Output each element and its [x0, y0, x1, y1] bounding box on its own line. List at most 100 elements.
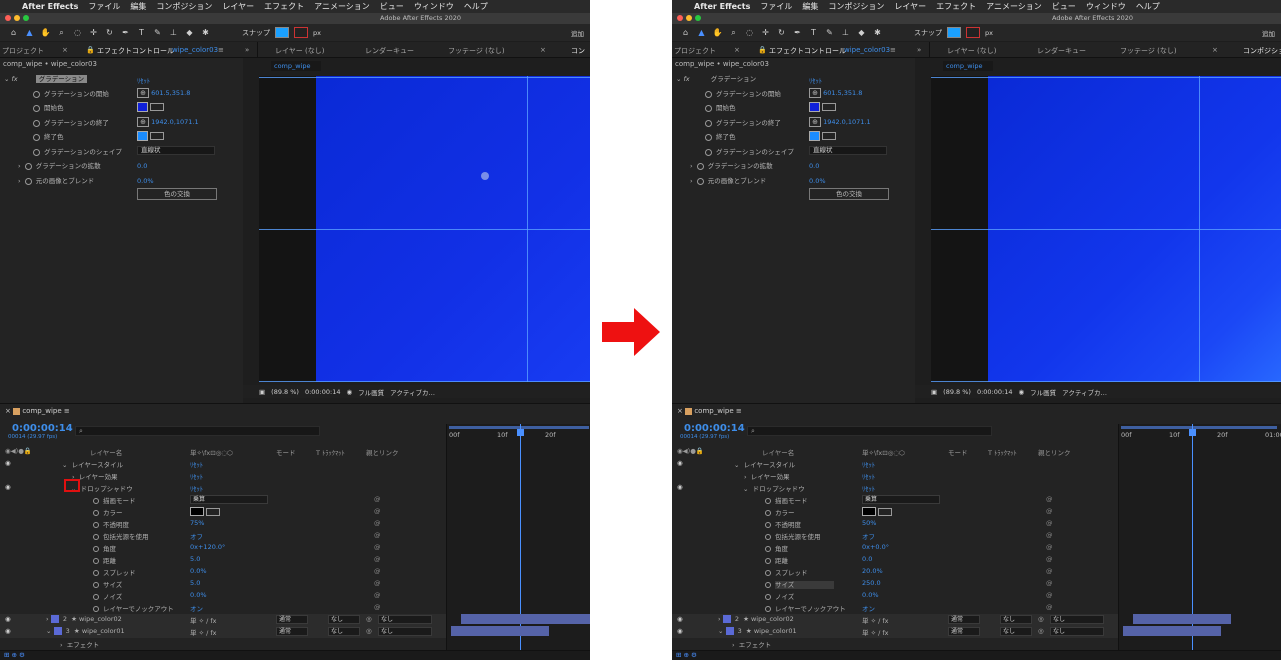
- effect-header[interactable]: ⌄ fx グラデーション: [676, 73, 759, 85]
- stopwatch-icon[interactable]: [33, 90, 40, 98]
- col-layer-name[interactable]: レイヤー名: [90, 447, 122, 457]
- pin-tool-icon[interactable]: ✱: [200, 28, 211, 37]
- menu-composition[interactable]: コンポジション: [156, 1, 212, 12]
- gradient-scatter-value[interactable]: 0.0: [809, 162, 819, 174]
- stamp-tool-icon[interactable]: ⊥: [840, 28, 851, 37]
- layer-style-row[interactable]: ◉ ⌄ レイヤースタイル ﾘｾｯﾄ: [672, 458, 1118, 470]
- stroke-width-unit[interactable]: px: [313, 29, 321, 37]
- selection-tool-icon[interactable]: ▲: [24, 28, 35, 37]
- col-parent[interactable]: 親とリンク: [1038, 447, 1071, 457]
- comp-canvas[interactable]: [259, 76, 590, 382]
- menu-help[interactable]: ヘルプ: [1136, 1, 1160, 12]
- menu-view[interactable]: ビュー: [1052, 1, 1076, 12]
- col-mode[interactable]: モード: [948, 447, 968, 457]
- effect-name[interactable]: グラデーション: [35, 75, 88, 83]
- stroke-width-unit[interactable]: px: [985, 29, 993, 37]
- stopwatch-icon[interactable]: [696, 177, 704, 185]
- stroke-color-swatch[interactable]: [966, 27, 980, 38]
- gradient-shape-dropdown[interactable]: 直線状: [137, 146, 215, 155]
- effect-header[interactable]: ⌄ fx グラデーション: [4, 73, 88, 85]
- add-label[interactable]: 追加: [571, 28, 584, 38]
- add-label[interactable]: 追加: [1262, 28, 1275, 38]
- crosshair-icon[interactable]: ⊕: [137, 88, 149, 98]
- prop-distance[interactable]: 距離 5.0 @: [0, 554, 446, 566]
- prop-spread[interactable]: スプレッド 20.0% @: [672, 566, 1118, 578]
- menu-layer[interactable]: レイヤー: [894, 1, 926, 12]
- zoom-tool-icon[interactable]: ⌕: [728, 28, 739, 38]
- tab-render-queue[interactable]: レンダーキュー: [1037, 46, 1086, 56]
- pen-tool-icon[interactable]: ✒: [792, 28, 803, 37]
- zoom-tool-icon[interactable]: ⌕: [56, 28, 67, 38]
- effect-name[interactable]: グラデーション: [708, 75, 759, 83]
- camera-icon[interactable]: ◉: [1018, 388, 1024, 396]
- end-color-swatch[interactable]: [809, 131, 820, 141]
- layer-row-2[interactable]: ◉ › 2 ★ wipe_color02 単 ✧ / fx 通常 なし ◎ なし: [0, 614, 446, 626]
- snap-toggle[interactable]: スナップ: [914, 28, 942, 38]
- current-time[interactable]: 0:00:00:14: [305, 388, 341, 396]
- prop-color[interactable]: カラー @: [672, 506, 1118, 518]
- prop-size[interactable]: サイズ 5.0 @: [0, 578, 446, 590]
- viewer-comp-tab[interactable]: comp_wipe: [271, 61, 321, 71]
- resolution-dropdown[interactable]: フル画質: [358, 387, 384, 397]
- timeline-graph[interactable]: 00f 10f 20f 01:00f: [1118, 424, 1281, 660]
- prop-blend-mode[interactable]: 描画モード 乗算 @: [672, 494, 1118, 506]
- active-camera-dropdown[interactable]: アクティブカ…: [1062, 387, 1107, 397]
- eraser-tool-icon[interactable]: ◆: [856, 28, 867, 37]
- prop-global-light[interactable]: 包括光源を使用 オフ @: [0, 530, 446, 542]
- active-camera-dropdown[interactable]: アクティブカ…: [390, 387, 435, 397]
- playhead-line[interactable]: [520, 424, 521, 660]
- resolution-dropdown[interactable]: フル画質: [1030, 387, 1056, 397]
- menu-help[interactable]: ヘルプ: [464, 1, 488, 12]
- minimize-window-icon[interactable]: [686, 15, 692, 21]
- prop-noise[interactable]: ノイズ 0.0% @: [0, 590, 446, 602]
- crosshair-icon[interactable]: ⊕: [809, 88, 821, 98]
- swap-colors-button[interactable]: 色の交換: [137, 188, 217, 200]
- lock-icon[interactable]: 🔒: [86, 46, 95, 54]
- layer-bar-3[interactable]: [1123, 626, 1221, 636]
- timecode[interactable]: 0:00:00:14: [684, 423, 745, 434]
- stopwatch-icon[interactable]: [24, 162, 32, 170]
- stroke-color-swatch[interactable]: [294, 27, 308, 38]
- layer-style-row[interactable]: ◉ ⌄ レイヤースタイル ﾘｾｯﾄ: [0, 458, 446, 470]
- panel-menu-icon[interactable]: ≡: [890, 46, 896, 54]
- prop-opacity[interactable]: 不透明度 75% @: [0, 518, 446, 530]
- stopwatch-icon[interactable]: [705, 148, 712, 156]
- stopwatch-icon[interactable]: [705, 133, 712, 141]
- layer-bar-2[interactable]: [461, 614, 590, 624]
- tab-effect-controls[interactable]: エフェクトコントロール: [769, 46, 846, 56]
- move-tool-icon[interactable]: ✛: [88, 28, 99, 37]
- close-window-icon[interactable]: [677, 15, 683, 21]
- tab-effect-controls[interactable]: エフェクトコントロール: [97, 46, 174, 56]
- swap-colors-button[interactable]: 色の交換: [809, 188, 889, 200]
- stopwatch-icon[interactable]: [24, 177, 32, 185]
- gradient-start-handle[interactable]: [481, 172, 489, 180]
- hand-tool-icon[interactable]: ✋: [712, 28, 723, 37]
- menu-animation[interactable]: アニメーション: [986, 1, 1042, 12]
- zoom-level[interactable]: (89.8 %): [271, 388, 299, 396]
- app-name[interactable]: After Effects: [694, 2, 750, 11]
- menu-view[interactable]: ビュー: [380, 1, 404, 12]
- tab-footage[interactable]: フッテージ (なし): [448, 46, 505, 56]
- stopwatch-icon[interactable]: [705, 90, 712, 98]
- snapshot-icon[interactable]: ▣: [259, 388, 265, 396]
- hand-tool-icon[interactable]: ✋: [40, 28, 51, 37]
- stopwatch-icon[interactable]: [705, 119, 712, 127]
- close-window-icon[interactable]: [5, 15, 11, 21]
- eyedropper-icon[interactable]: [150, 132, 164, 140]
- brush-tool-icon[interactable]: ✎: [824, 28, 835, 37]
- menu-window[interactable]: ウィンドウ: [1086, 1, 1126, 12]
- tab-layer[interactable]: レイヤー (なし): [947, 46, 996, 56]
- tab-composition[interactable]: コン: [571, 46, 585, 56]
- prop-knockout[interactable]: レイヤーでノックアウト オン @: [0, 602, 446, 614]
- close-tab-icon[interactable]: ×: [1212, 46, 1218, 54]
- menu-edit[interactable]: 編集: [130, 1, 146, 12]
- menu-edit[interactable]: 編集: [802, 1, 818, 12]
- layer-effects-row[interactable]: › レイヤー効果 ﾘｾｯﾄ: [672, 470, 1118, 482]
- home-icon[interactable]: ⌂: [8, 28, 19, 37]
- stopwatch-icon[interactable]: [33, 104, 40, 112]
- rotate-tool-icon[interactable]: ↻: [104, 28, 115, 37]
- playhead-line[interactable]: [1192, 424, 1193, 660]
- app-name[interactable]: After Effects: [22, 2, 78, 11]
- crosshair-icon[interactable]: ⊕: [137, 117, 149, 127]
- rotate-tool-icon[interactable]: ↻: [776, 28, 787, 37]
